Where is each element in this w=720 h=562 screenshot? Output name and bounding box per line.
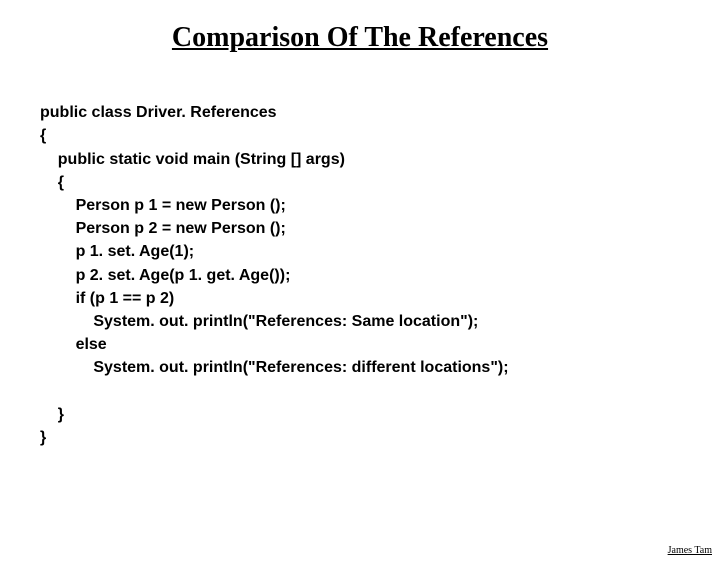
code-line: { <box>40 127 46 144</box>
code-line: Person p 1 = new Person (); <box>40 197 286 214</box>
code-line: Person p 2 = new Person (); <box>40 220 286 237</box>
code-line: public class Driver. References <box>40 104 277 121</box>
slide-title: Comparison Of The References <box>0 22 720 54</box>
code-line: if (p 1 == p 2) <box>40 290 174 307</box>
code-line: public static void main (String [] args) <box>40 151 345 168</box>
code-line: System. out. println("References: differ… <box>40 359 509 376</box>
code-line: } <box>40 406 64 423</box>
code-line: else <box>40 336 107 353</box>
code-line: p 1. set. Age(1); <box>40 243 194 260</box>
author-footer: James Tam <box>668 545 712 556</box>
code-line: { <box>40 174 64 191</box>
code-line: System. out. println("References: Same l… <box>40 313 478 330</box>
code-line: } <box>40 429 46 446</box>
code-block: public class Driver. References { public… <box>40 78 720 449</box>
code-line: p 2. set. Age(p 1. get. Age()); <box>40 267 290 284</box>
